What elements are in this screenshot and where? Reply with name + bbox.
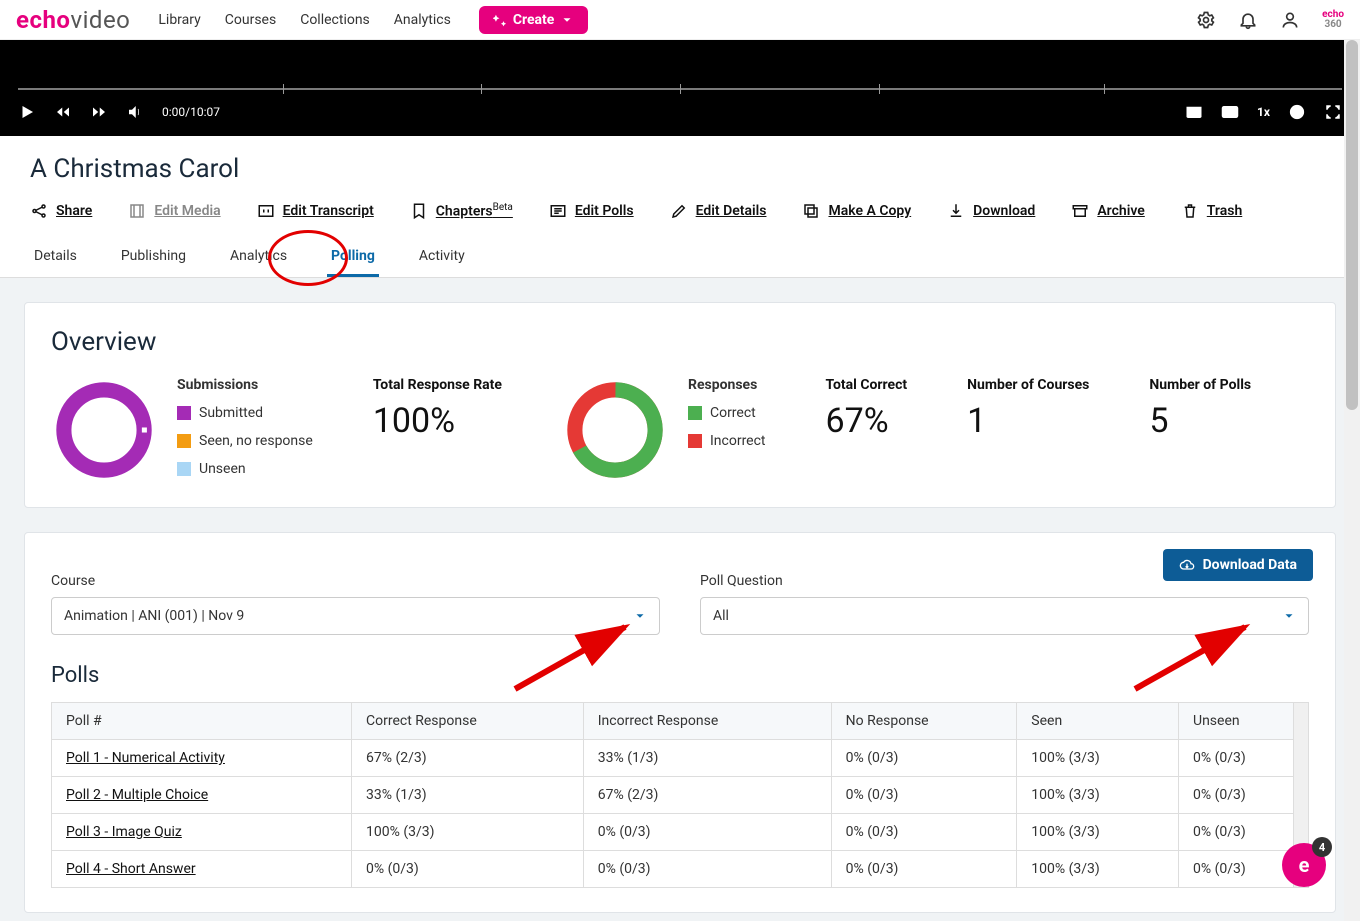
chat-badge: 4 (1312, 837, 1332, 857)
poll-link[interactable]: Poll 1 - Numerical Activity (66, 750, 225, 766)
polls-card: Download Data Course Animation | ANI (00… (24, 532, 1336, 913)
nav-collections[interactable]: Collections (300, 12, 370, 28)
download-action[interactable]: Download (947, 202, 1035, 220)
course-label: Course (51, 573, 660, 589)
make-copy-action[interactable]: Make A Copy (802, 202, 911, 220)
chevron-down-icon (1282, 609, 1296, 623)
share-icon (30, 202, 48, 220)
chevron-down-icon (633, 609, 647, 623)
poll-link[interactable]: Poll 2 - Multiple Choice (66, 787, 208, 803)
play-icon[interactable] (18, 103, 36, 121)
copy-icon (802, 202, 820, 220)
nav-courses[interactable]: Courses (225, 12, 276, 28)
tab-activity[interactable]: Activity (415, 238, 469, 277)
col-unseen[interactable]: Unseen (1179, 703, 1309, 740)
table-row: Poll 4 - Short Answer0% (0/3)0% (0/3)0% … (52, 851, 1309, 888)
response-rate-value: 100% (373, 401, 502, 441)
time-display: 0:00/10:07 (162, 105, 220, 119)
trash-icon (1181, 202, 1199, 220)
fullscreen-icon[interactable] (1324, 103, 1342, 121)
table-row: Poll 2 - Multiple Choice33% (1/3)67% (2/… (52, 777, 1309, 814)
poll-link[interactable]: Poll 3 - Image Quiz (66, 824, 182, 840)
layout-icon[interactable] (1185, 103, 1203, 121)
tab-details[interactable]: Details (30, 238, 81, 277)
submissions-title: Submissions (177, 377, 313, 393)
poll-link[interactable]: Poll 4 - Short Answer (66, 861, 196, 877)
submissions-donut (51, 377, 157, 483)
video-player[interactable]: 0:00/10:07 CC 1x (0, 40, 1360, 136)
cloud-download-icon (1179, 557, 1195, 573)
page-title: A Christmas Carol (30, 154, 1330, 184)
subtabs: Details Publishing Analytics Polling Act… (0, 238, 1360, 278)
annotation-arrow-left (495, 619, 635, 699)
response-rate-title: Total Response Rate (373, 377, 502, 393)
svg-text:CC: CC (1225, 109, 1234, 117)
col-incorrect[interactable]: Incorrect Response (583, 703, 831, 740)
chevron-down-icon (560, 13, 574, 27)
speed-label[interactable]: 1x (1257, 105, 1270, 119)
film-icon (128, 202, 146, 220)
user-icon[interactable] (1280, 10, 1300, 30)
col-noresp[interactable]: No Response (831, 703, 1017, 740)
page-scrollbar[interactable] (1344, 40, 1360, 921)
total-correct-value: 67% (826, 401, 908, 441)
num-polls-value: 5 (1149, 401, 1251, 441)
col-correct[interactable]: Correct Response (352, 703, 584, 740)
tab-analytics[interactable]: Analytics (226, 238, 291, 277)
col-seen[interactable]: Seen (1017, 703, 1179, 740)
table-row: Poll 3 - Image Quiz100% (3/3)0% (0/3)0% … (52, 814, 1309, 851)
nav-library[interactable]: Library (158, 12, 200, 28)
tab-polling[interactable]: Polling (327, 238, 379, 277)
forward-icon[interactable] (90, 103, 108, 121)
overview-title: Overview (51, 327, 1309, 357)
chat-bubble[interactable]: e 4 (1282, 843, 1326, 887)
archive-action[interactable]: Archive (1071, 202, 1144, 220)
create-button[interactable]: Create (479, 6, 589, 34)
annotation-arrow-right (1115, 619, 1255, 699)
settings-icon[interactable] (1288, 103, 1306, 121)
responses-donut (562, 377, 668, 483)
gear-icon[interactable] (1196, 10, 1216, 30)
tab-publishing[interactable]: Publishing (117, 238, 190, 277)
magic-icon (493, 13, 507, 27)
rewind-icon[interactable] (54, 103, 72, 121)
archive-icon (1071, 202, 1089, 220)
trash-action[interactable]: Trash (1181, 202, 1242, 220)
bookmark-icon (410, 202, 428, 220)
cc-icon[interactable]: CC (1221, 103, 1239, 121)
download-icon (947, 202, 965, 220)
edit-transcript-action[interactable]: Edit Transcript (257, 202, 374, 220)
volume-icon[interactable] (126, 103, 144, 121)
logo[interactable]: echovideo (16, 6, 130, 34)
overview-card: Overview Submissions Submitted Seen, no … (24, 302, 1336, 508)
quote-icon (257, 202, 275, 220)
nav-analytics[interactable]: Analytics (394, 12, 451, 28)
num-polls-title: Number of Polls (1149, 377, 1251, 393)
edit-details-action[interactable]: Edit Details (670, 202, 767, 220)
share-action[interactable]: Share (30, 202, 92, 220)
table-row: Poll 1 - Numerical Activity67% (2/3)33% … (52, 740, 1309, 777)
total-correct-title: Total Correct (826, 377, 908, 393)
num-courses-value: 1 (967, 401, 1089, 441)
polls-table: Poll # Correct Response Incorrect Respon… (51, 702, 1309, 888)
poll-question-label: Poll Question (700, 573, 1309, 589)
responses-title: Responses (688, 377, 766, 393)
progress-bar[interactable] (18, 88, 1342, 90)
list-icon (549, 202, 567, 220)
edit-media-action[interactable]: Edit Media (128, 202, 220, 220)
chapters-action[interactable]: ChaptersBeta (410, 202, 513, 220)
brand-mini[interactable]: echo360 (1322, 10, 1344, 30)
bell-icon[interactable] (1238, 10, 1258, 30)
pencil-icon (670, 202, 688, 220)
num-courses-title: Number of Courses (967, 377, 1089, 393)
topbar: echovideo Library Courses Collections An… (0, 0, 1360, 40)
col-poll[interactable]: Poll # (52, 703, 352, 740)
edit-polls-action[interactable]: Edit Polls (549, 202, 634, 220)
